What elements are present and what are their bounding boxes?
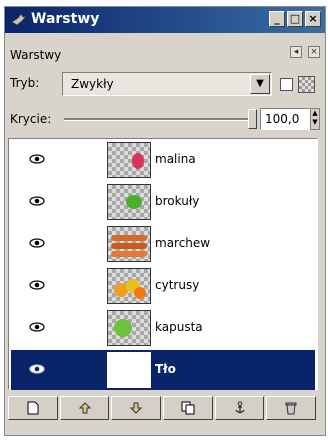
window-title: Warstwy [31,11,100,27]
layer-name: marchew [155,236,211,250]
list-item[interactable]: malina [11,140,315,180]
layer-name: cytrusy [155,278,200,292]
opacity-slider-handle[interactable] [248,109,257,129]
layer-thumbnail [107,310,151,346]
eye-icon[interactable] [29,322,45,332]
list-item-selected[interactable]: Tło [11,350,315,390]
eye-icon[interactable] [29,154,45,164]
arrow-down-icon [130,402,143,414]
close-button[interactable]: × [305,11,321,27]
layer-thumbnail [107,184,151,220]
lower-layer-button[interactable] [111,396,162,420]
layer-thumbnail [107,226,151,262]
opacity-slider-track[interactable] [64,118,250,121]
list-item[interactable]: brokuły [11,182,315,222]
panel-menu-icon[interactable]: ◂ [290,46,302,58]
trash-icon [285,402,297,415]
eye-icon[interactable] [29,364,45,374]
new-page-icon [27,401,39,415]
delete-layer-button[interactable] [266,396,317,420]
gimp-icon [11,13,27,26]
layer-name: Tło [155,362,176,376]
opacity-spin-buttons[interactable]: ▲ ▼ [310,108,320,130]
layer-name: kapusta [155,320,203,334]
layers-list: malina brokuły marchew cytrusy kapusta T… [8,138,318,390]
eye-icon[interactable] [29,280,45,290]
layers-toolbar [8,396,318,422]
list-item[interactable]: marchew [11,224,315,264]
minimize-button[interactable]: _ [269,11,285,27]
keep-transparency-checkbox[interactable] [280,78,293,91]
layer-name: malina [155,152,196,166]
layer-thumbnail [107,268,151,304]
duplicate-icon [181,401,195,415]
new-layer-button[interactable] [8,396,58,420]
anchor-icon [234,401,245,414]
transparency-icon[interactable] [298,76,315,93]
maximize-button[interactable]: □ [287,11,303,27]
mode-label: Tryb: [10,76,40,90]
mode-select[interactable]: Zwykły ▼ [62,72,272,96]
panel-title: Warstwy [10,48,62,62]
list-item[interactable]: kapusta [11,308,315,348]
layer-name: brokuły [155,194,200,208]
chevron-down-icon[interactable]: ▼ [250,74,270,94]
title-bar[interactable]: Warstwy _ □ × [5,7,325,33]
layer-thumbnail [107,142,151,178]
raise-layer-button[interactable] [59,396,110,420]
eye-icon[interactable] [29,238,45,248]
panel-close-icon[interactable]: × [308,46,320,58]
opacity-input[interactable]: 100,0 [260,108,310,130]
list-item[interactable]: cytrusy [11,266,315,306]
anchor-layer-button[interactable] [214,396,265,420]
duplicate-layer-button[interactable] [163,396,213,420]
layer-thumbnail [107,352,151,388]
opacity-label: Krycie: [10,112,52,126]
arrow-up-icon [78,402,91,414]
mode-value: Zwykły [71,77,114,91]
eye-icon[interactable] [29,196,45,206]
